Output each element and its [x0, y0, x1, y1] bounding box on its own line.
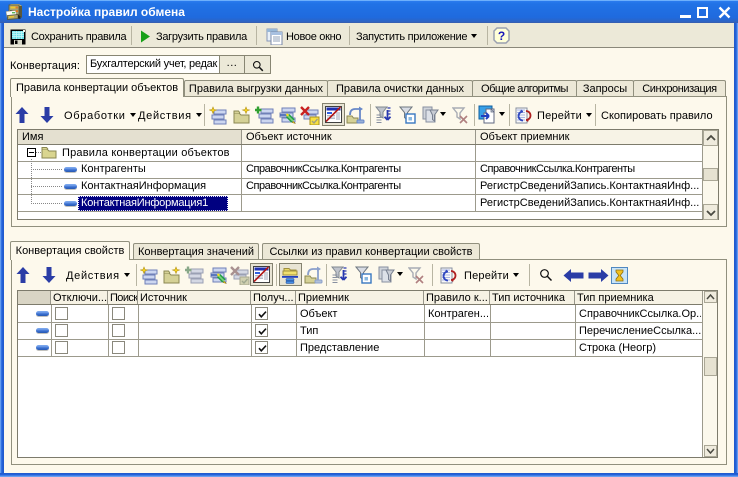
svg-text:?: ?	[498, 29, 505, 43]
